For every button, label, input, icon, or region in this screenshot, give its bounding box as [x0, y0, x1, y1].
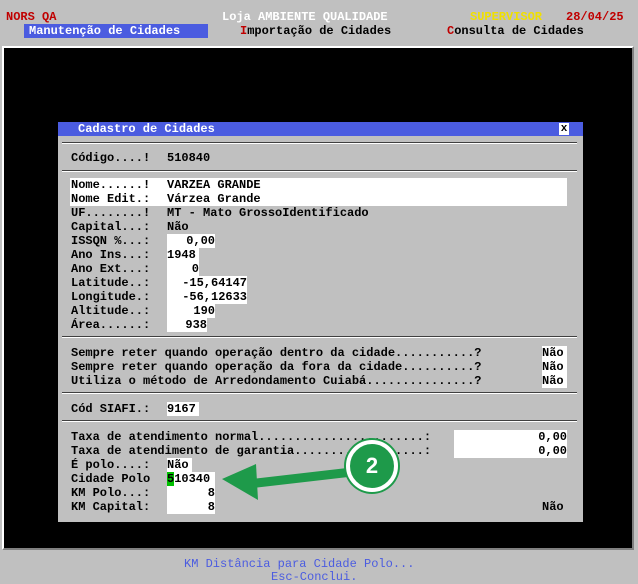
annotation-arrow — [222, 464, 357, 500]
arrow-head — [222, 464, 258, 500]
step-badge: 2 — [346, 440, 398, 492]
footer-hint: KM Distância para Cidade Polo... — [184, 557, 415, 571]
arrow-shaft — [243, 467, 357, 489]
footer-esc: Esc-Conclui. — [271, 570, 358, 584]
